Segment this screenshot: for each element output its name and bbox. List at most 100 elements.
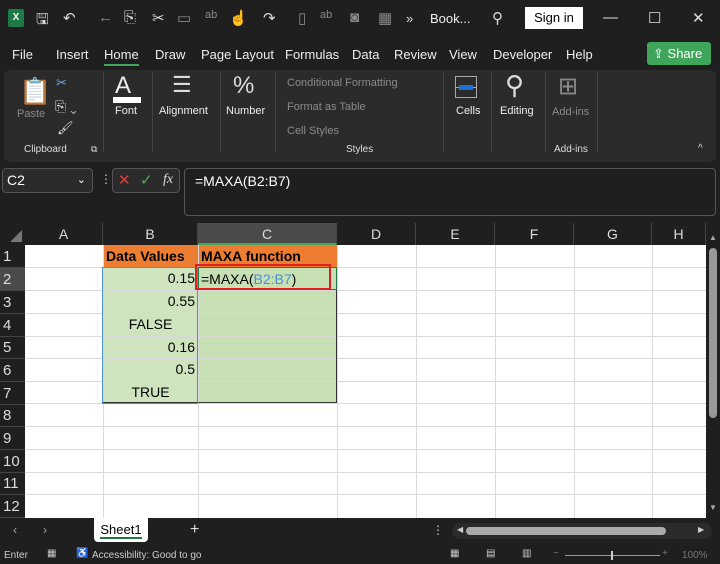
cells-button[interactable]: Cells bbox=[456, 105, 480, 117]
editing-search-icon[interactable]: ⚲ bbox=[505, 70, 524, 101]
tab-insert[interactable]: Insert bbox=[56, 47, 89, 62]
accessibility-status[interactable]: Accessibility: Good to go bbox=[92, 550, 202, 561]
cells-icon[interactable] bbox=[455, 76, 477, 98]
cell-b3[interactable]: 0.55 bbox=[103, 290, 198, 313]
close-icon[interactable]: ✕ bbox=[692, 9, 705, 27]
column-header-a[interactable]: A bbox=[25, 223, 103, 245]
row-header-7[interactable]: 7 bbox=[0, 382, 25, 405]
number-button[interactable]: Number bbox=[226, 105, 265, 117]
scroll-up-icon[interactable]: ▲ bbox=[709, 233, 717, 242]
share-button[interactable]: ⇪ Share ⌄ bbox=[647, 42, 711, 83]
column-header-c[interactable]: C bbox=[198, 223, 337, 245]
tab-review[interactable]: Review bbox=[394, 47, 437, 62]
more-options-icon[interactable]: ⋮ bbox=[432, 523, 444, 537]
undo-icon[interactable]: ↶ bbox=[63, 9, 76, 27]
zoom-level[interactable]: 100% bbox=[682, 550, 708, 561]
editing-button[interactable]: Editing bbox=[500, 105, 534, 117]
minimize-icon[interactable]: — bbox=[603, 9, 618, 26]
row-header-6[interactable]: 6 bbox=[0, 359, 25, 382]
cancel-icon[interactable]: ✕ bbox=[118, 171, 131, 189]
tab-home[interactable]: Home bbox=[104, 47, 139, 66]
redo-icon[interactable]: ↷ bbox=[263, 9, 276, 27]
worksheet-grid[interactable]: Data Values MAXA function 0.15 0.55 FALS… bbox=[25, 245, 706, 518]
insert-function-icon[interactable]: fx bbox=[163, 172, 173, 188]
row-header-9[interactable]: 9 bbox=[0, 427, 25, 450]
cell-b4[interactable]: FALSE bbox=[103, 313, 198, 336]
form-icon[interactable]: ▦ bbox=[378, 9, 392, 27]
macro-recorder-icon[interactable]: ▦ bbox=[47, 548, 56, 559]
column-header-g[interactable]: G bbox=[574, 223, 652, 245]
horizontal-scrollbar[interactable]: ◀ ▶ bbox=[452, 523, 712, 539]
row-header-2[interactable]: 2 bbox=[0, 268, 25, 291]
row-header-10[interactable]: 10 bbox=[0, 450, 25, 473]
row-header-5[interactable]: 5 bbox=[0, 336, 25, 359]
cell-b1[interactable]: Data Values bbox=[103, 245, 198, 268]
column-header-e[interactable]: E bbox=[416, 223, 495, 245]
copy-icon[interactable]: ⎘ ⌄ bbox=[55, 98, 77, 115]
accessibility-icon[interactable]: ♿ bbox=[76, 548, 88, 559]
add-ins-icon[interactable]: ⊞ bbox=[558, 72, 578, 101]
copy-icon[interactable]: ⎘ bbox=[124, 9, 136, 26]
row-header-8[interactable]: 8 bbox=[0, 404, 25, 427]
camera-icon[interactable]: ◙ bbox=[350, 9, 359, 26]
conditional-formatting-button[interactable]: Conditional Formatting bbox=[287, 77, 398, 89]
sign-in-button[interactable]: Sign in bbox=[525, 7, 583, 29]
format-painter-icon[interactable]: 🖌 bbox=[57, 120, 74, 136]
row-header-3[interactable]: 3 bbox=[0, 291, 25, 314]
tab-help[interactable]: Help bbox=[566, 47, 593, 62]
dialog-launcher-icon[interactable]: ⧉ bbox=[91, 144, 97, 155]
search-icon[interactable]: ⚲ bbox=[492, 9, 503, 27]
column-header-d[interactable]: D bbox=[337, 223, 416, 245]
more-commands[interactable]: » bbox=[406, 11, 413, 26]
image-icon[interactable]: ▭ bbox=[177, 9, 191, 27]
select-all-button[interactable] bbox=[0, 223, 25, 245]
next-sheet-icon[interactable]: › bbox=[43, 523, 47, 537]
scroll-left-icon[interactable]: ◀ bbox=[457, 525, 463, 534]
scroll-right-icon[interactable]: ▶ bbox=[698, 525, 704, 534]
zoom-slider[interactable] bbox=[565, 551, 660, 560]
cut-icon[interactable]: ✂ bbox=[56, 75, 67, 91]
spelling-icon[interactable]: ab bbox=[205, 9, 217, 21]
cell-b6[interactable]: 0.5 bbox=[103, 358, 198, 381]
zoom-out-icon[interactable]: − bbox=[553, 548, 559, 559]
add-sheet-icon[interactable]: + bbox=[190, 521, 199, 539]
name-box[interactable]: C2 ⌄ bbox=[2, 168, 93, 193]
cell-b5[interactable]: 0.16 bbox=[103, 336, 198, 359]
tab-view[interactable]: View bbox=[449, 47, 477, 62]
tab-developer[interactable]: Developer bbox=[493, 47, 552, 62]
vertical-scroll-thumb[interactable] bbox=[709, 248, 717, 418]
paste-button[interactable]: Paste bbox=[17, 108, 45, 120]
format-as-table-button[interactable]: Format as Table bbox=[287, 101, 366, 113]
maximize-icon[interactable]: ☐ bbox=[648, 9, 661, 27]
cut-icon[interactable]: ✂ bbox=[152, 9, 165, 27]
formula-input[interactable]: =MAXA(B2:B7) bbox=[184, 168, 716, 216]
alignment-icon[interactable]: ☰ bbox=[172, 72, 192, 98]
cell-b2[interactable]: 0.15 bbox=[103, 267, 198, 290]
font-icon[interactable]: A bbox=[115, 72, 131, 100]
tab-page-layout[interactable]: Page Layout bbox=[201, 47, 274, 62]
add-ins-button[interactable]: Add-ins bbox=[552, 106, 589, 118]
sheet-tab-sheet1[interactable]: Sheet1 bbox=[94, 518, 148, 542]
new-file-icon[interactable]: ▯ bbox=[298, 9, 306, 27]
collapse-ribbon-icon[interactable]: ^ bbox=[698, 143, 703, 154]
prev-sheet-icon[interactable]: ‹ bbox=[13, 523, 17, 537]
back-icon[interactable]: ← bbox=[98, 9, 113, 26]
zoom-in-icon[interactable]: + bbox=[662, 548, 668, 559]
scroll-down-icon[interactable]: ▼ bbox=[709, 503, 717, 512]
enter-icon[interactable]: ✓ bbox=[140, 171, 153, 189]
strikethrough-icon[interactable]: ab bbox=[320, 9, 332, 21]
touch-mode-icon[interactable]: ☝ bbox=[229, 9, 248, 27]
row-header-12[interactable]: 12 bbox=[0, 495, 25, 518]
column-header-b[interactable]: B bbox=[103, 223, 198, 245]
row-header-11[interactable]: 11 bbox=[0, 472, 25, 495]
tab-draw[interactable]: Draw bbox=[155, 47, 185, 62]
row-header-1[interactable]: 1 bbox=[0, 245, 25, 268]
tab-file[interactable]: File bbox=[12, 47, 33, 62]
horizontal-scroll-thumb[interactable] bbox=[466, 527, 666, 535]
vertical-scrollbar[interactable]: ▲ ▼ bbox=[706, 223, 720, 518]
cell-b7[interactable]: TRUE bbox=[103, 381, 198, 404]
page-break-view-icon[interactable]: ▥ bbox=[522, 548, 531, 559]
tab-data[interactable]: Data bbox=[352, 47, 379, 62]
cell-styles-button[interactable]: Cell Styles bbox=[287, 125, 339, 137]
page-layout-view-icon[interactable]: ▤ bbox=[486, 548, 495, 559]
